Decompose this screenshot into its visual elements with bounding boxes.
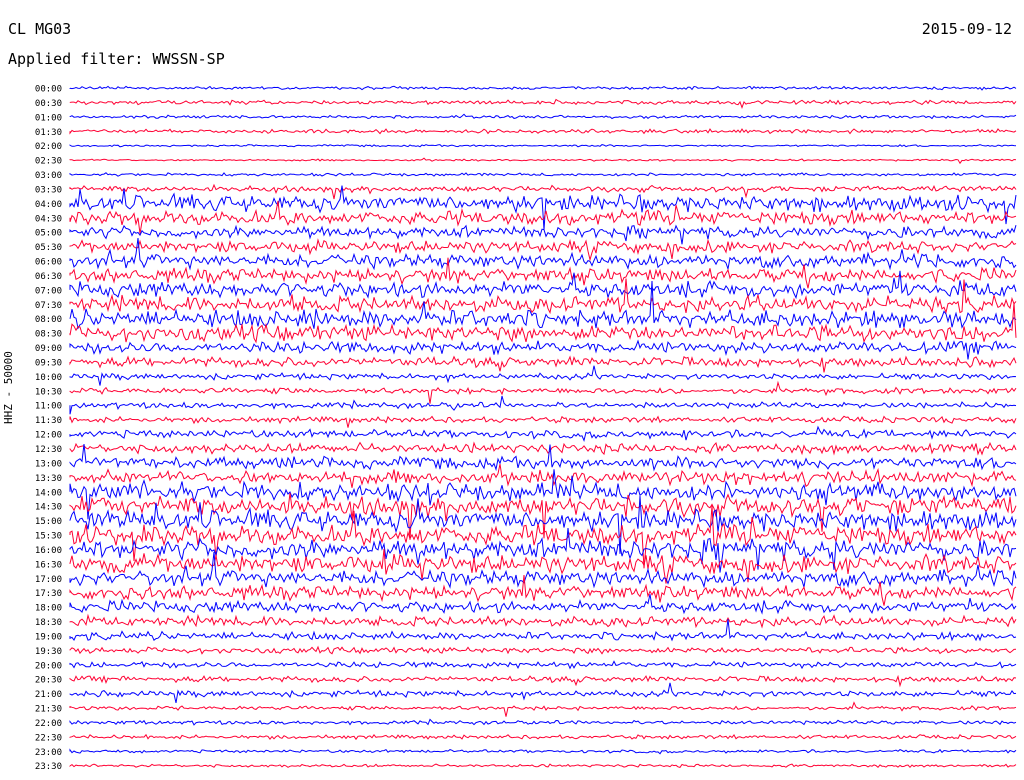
time-tick-label: 05:00 [35, 229, 62, 239]
time-tick-label: 08:30 [35, 330, 62, 340]
seismic-trace [69, 224, 1017, 245]
time-tick-label: 21:30 [35, 705, 62, 715]
time-tick-label: 15:30 [35, 532, 62, 542]
time-tick-label: 06:30 [35, 272, 62, 282]
time-tick-label: 09:00 [35, 344, 62, 354]
seismic-trace [69, 238, 1017, 262]
seismic-trace [69, 594, 1017, 615]
helicorder-figure: { "header": { "station": "CL MG03", "dat… [0, 0, 1024, 780]
time-tick-label: 10:00 [35, 373, 62, 383]
seismic-trace [69, 270, 1017, 300]
time-tick-label: 01:30 [35, 128, 62, 138]
time-tick-label: 23:30 [35, 762, 62, 772]
seismic-trace [69, 701, 1017, 717]
time-tick-label: 02:00 [35, 142, 62, 152]
time-tick-label: 20:00 [35, 661, 62, 671]
seismic-trace [69, 172, 1017, 177]
time-tick-label: 22:30 [35, 733, 62, 743]
time-tick-label: 12:30 [35, 445, 62, 455]
seismic-trace [69, 98, 1017, 109]
time-tick-label: 19:00 [35, 632, 62, 642]
time-tick-label: 20:30 [35, 676, 62, 686]
time-tick-label: 23:00 [35, 748, 62, 758]
time-tick-label: 17:30 [35, 589, 62, 599]
seismic-trace [69, 441, 1017, 456]
time-tick-label: 04:30 [35, 214, 62, 224]
seismic-trace [69, 257, 1017, 289]
time-tick-label: 11:00 [35, 402, 62, 412]
time-tick-label: 16:00 [35, 546, 62, 556]
seismic-trace [69, 183, 1017, 200]
seismic-trace [69, 682, 1017, 704]
seismic-trace [69, 425, 1017, 442]
time-tick-label: 03:00 [35, 171, 62, 181]
time-tick-label: 17:00 [35, 575, 62, 585]
time-tick-label: 22:00 [35, 719, 62, 729]
seismic-trace [69, 613, 1017, 629]
seismic-trace [69, 619, 1017, 642]
seismic-trace [69, 128, 1017, 135]
seismic-trace [69, 157, 1017, 165]
time-tick-label: 09:30 [35, 358, 62, 368]
time-tick-label: 15:00 [35, 517, 62, 527]
time-tick-label: 00:30 [35, 99, 62, 109]
time-tick-label: 00:00 [35, 85, 62, 95]
time-tick-label: 07:00 [35, 286, 62, 296]
seismic-trace [69, 185, 1017, 231]
seismic-trace [69, 365, 1017, 386]
seismic-trace [69, 380, 1017, 404]
time-tick-label: 02:30 [35, 157, 62, 167]
time-tick-label: 18:30 [35, 618, 62, 628]
time-tick-label: 13:30 [35, 474, 62, 484]
time-tick-label: 13:00 [35, 459, 62, 469]
time-tick-label: 05:30 [35, 243, 62, 253]
seismic-trace [69, 733, 1017, 741]
helicorder-plot: 00:00 00:30 01:00 01:30 02:00 02:30 03:00 03:30… [35, 85, 1017, 772]
seismic-trace [69, 395, 1017, 415]
time-tick-label: 10:30 [35, 387, 62, 397]
seismic-trace [69, 551, 1017, 589]
seismic-trace [69, 113, 1017, 120]
time-tick-label: 04:00 [35, 200, 62, 210]
seismic-trace [69, 660, 1017, 670]
seismic-trace [69, 415, 1017, 428]
time-tick-label: 06:00 [35, 258, 62, 268]
seismic-trace [69, 237, 1017, 271]
seismic-trace [69, 355, 1017, 373]
seismic-trace [69, 748, 1017, 755]
seismic-trace [69, 444, 1017, 472]
seismic-trace [69, 674, 1017, 688]
time-tick-label: 07:30 [35, 301, 62, 311]
time-tick-label: 18:00 [35, 604, 62, 614]
time-tick-label: 11:30 [35, 416, 62, 426]
seismic-trace [69, 645, 1017, 655]
time-tick-label: 01:00 [35, 113, 62, 123]
seismic-trace [69, 85, 1017, 91]
time-tick-label: 16:30 [35, 560, 62, 570]
seismic-trace [69, 278, 1017, 315]
time-tick-label: 08:00 [35, 315, 62, 325]
time-tick-label: 03:30 [35, 185, 62, 195]
time-tick-label: 12:00 [35, 431, 62, 441]
time-tick-label: 19:30 [35, 647, 62, 657]
time-tick-label: 14:00 [35, 488, 62, 498]
time-tick-label: 14:30 [35, 503, 62, 513]
time-tick-label: 21:00 [35, 690, 62, 700]
seismic-trace [69, 144, 1017, 148]
seismic-trace [69, 718, 1017, 726]
seismic-trace [69, 763, 1017, 769]
